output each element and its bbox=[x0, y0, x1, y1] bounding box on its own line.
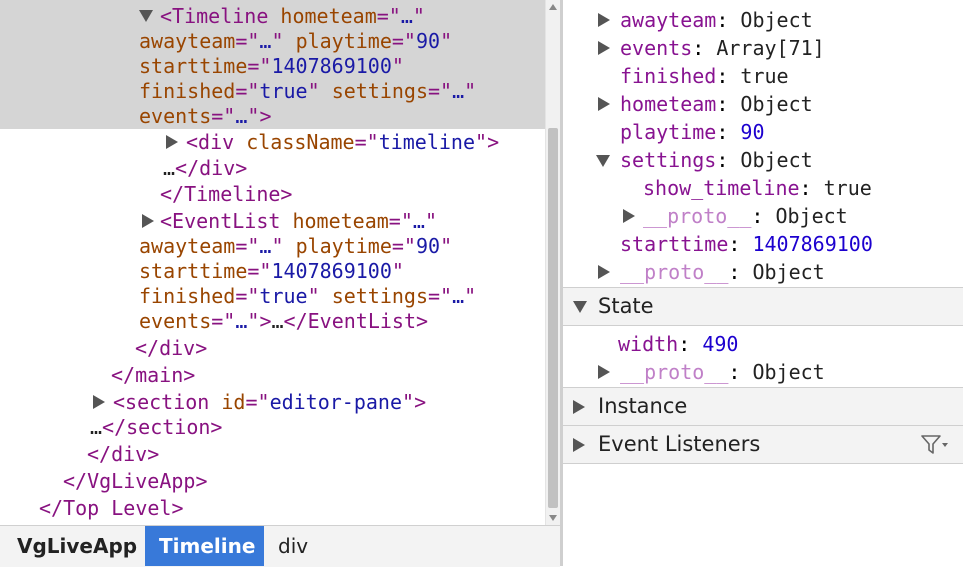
tree-line: awayteam="…" playtime="90" bbox=[139, 234, 453, 258]
prop-finished: finished: true bbox=[620, 64, 789, 88]
state-proto[interactable]: __proto__: Object bbox=[620, 358, 825, 386]
expand-triangle-icon bbox=[573, 438, 585, 452]
dom-tree: <Timeline hometeam="…" awayteam="…" play… bbox=[0, 0, 545, 525]
tree-line-div-close[interactable]: </div> bbox=[87, 441, 159, 467]
scroll-down-arrow-icon[interactable] bbox=[549, 515, 557, 521]
tree-line-app-close[interactable]: </VgLiveApp> bbox=[63, 468, 208, 494]
expand-triangle-icon[interactable] bbox=[166, 135, 178, 149]
tree-line: …</div> bbox=[163, 156, 248, 180]
vertical-scrollbar[interactable] bbox=[545, 0, 561, 525]
tree-line-main-close[interactable]: </main> bbox=[111, 362, 195, 388]
state-width: width: 490 bbox=[618, 332, 739, 356]
filter-icon[interactable] bbox=[921, 435, 949, 455]
expand-triangle-icon[interactable] bbox=[598, 365, 610, 379]
prop-show-timeline: show_timeline: true bbox=[643, 176, 872, 200]
section-header-state[interactable]: State bbox=[563, 287, 963, 326]
tree-line: …</section> bbox=[90, 415, 223, 439]
expand-triangle-icon[interactable] bbox=[598, 97, 610, 111]
tree-line-div-close[interactable]: </div> bbox=[135, 335, 207, 361]
breadcrumb-item-div[interactable]: div bbox=[264, 526, 322, 566]
tree-line: events="…"> bbox=[139, 104, 272, 128]
breadcrumb-item-vgliveapp[interactable]: VgLiveApp bbox=[3, 526, 151, 566]
tree-line: starttime="1407869100" bbox=[139, 259, 404, 283]
properties-sidebar: awayteam: Object events: Array[71] finis… bbox=[563, 0, 963, 566]
breadcrumb: VgLiveApp Timeline div bbox=[0, 525, 560, 567]
elements-panel: <Timeline hometeam="…" awayteam="…" play… bbox=[0, 0, 561, 567]
tree-line: finished="true" settings="…" bbox=[139, 79, 477, 103]
expand-triangle-icon[interactable] bbox=[142, 214, 154, 228]
section-header-event-listeners[interactable]: Event Listeners bbox=[563, 425, 963, 464]
prop-events[interactable]: events: Array[71] bbox=[620, 34, 825, 62]
prop-settings-proto[interactable]: __proto__: Object bbox=[643, 202, 848, 230]
expand-triangle-icon bbox=[573, 400, 585, 414]
tree-line-timeline-open[interactable]: <Timeline hometeam="…" bbox=[160, 3, 425, 29]
scrollbar-thumb[interactable] bbox=[548, 128, 558, 508]
tree-line: awayteam="…" playtime="90" bbox=[139, 29, 453, 53]
collapse-triangle-icon[interactable] bbox=[139, 10, 153, 22]
tree-line-section[interactable]: <section id="editor-pane"> bbox=[113, 389, 426, 415]
tree-line-div-timeline[interactable]: <div className="timeline"> bbox=[186, 129, 499, 155]
prop-playtime: playtime: 90 bbox=[620, 120, 765, 144]
prop-hometeam[interactable]: hometeam: Object bbox=[620, 90, 813, 118]
prop-proto[interactable]: __proto__: Object bbox=[620, 258, 825, 286]
expand-triangle-icon[interactable] bbox=[598, 13, 610, 27]
collapse-triangle-icon[interactable] bbox=[596, 155, 610, 167]
tree-line-top-level-close[interactable]: </Top Level> bbox=[39, 495, 184, 521]
collapse-triangle-icon bbox=[573, 301, 587, 313]
tree-line: events="…">…</EventList> bbox=[139, 309, 429, 333]
prop-settings[interactable]: settings: Object bbox=[620, 146, 813, 174]
section-header-instance[interactable]: Instance bbox=[563, 387, 963, 426]
expand-triangle-icon[interactable] bbox=[93, 395, 105, 409]
tree-line: finished="true" settings="…" bbox=[139, 284, 477, 308]
expand-triangle-icon[interactable] bbox=[598, 41, 610, 55]
tree-line: starttime="1407869100" bbox=[139, 54, 404, 78]
scroll-up-arrow-icon[interactable] bbox=[549, 4, 557, 10]
expand-triangle-icon[interactable] bbox=[598, 265, 610, 279]
breadcrumb-item-timeline[interactable]: Timeline bbox=[145, 526, 264, 566]
expand-triangle-icon[interactable] bbox=[623, 209, 635, 223]
tree-line-timeline-close[interactable]: </Timeline> bbox=[160, 181, 292, 207]
prop-starttime: starttime: 1407869100 bbox=[620, 232, 873, 256]
tree-line-eventlist[interactable]: <EventList hometeam="…" bbox=[160, 208, 437, 234]
prop-awayteam[interactable]: awayteam: Object bbox=[620, 6, 813, 34]
